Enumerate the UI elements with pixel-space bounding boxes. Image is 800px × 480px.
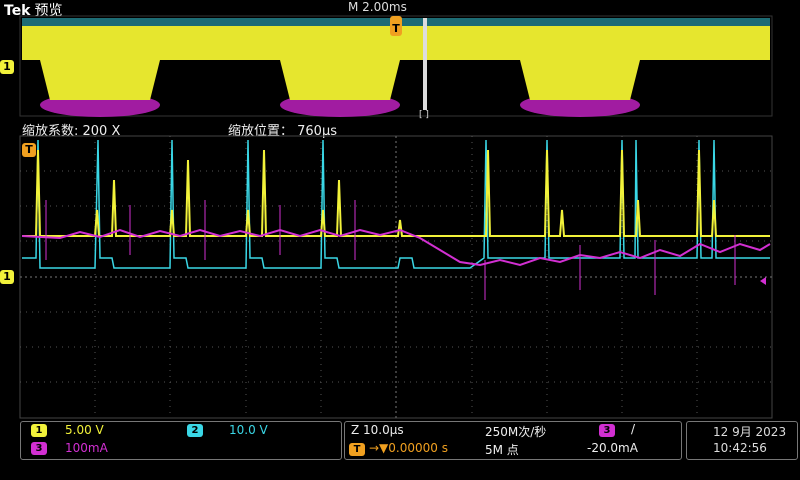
overview-ch1-band xyxy=(22,26,770,100)
sample-rate: 250M次/秒 xyxy=(485,425,547,439)
date-label: 12 9月 2023 xyxy=(713,425,787,439)
ch1-ground-marker[interactable]: 1 xyxy=(0,270,14,284)
trigger-position-marker[interactable]: T xyxy=(390,16,402,36)
waveform-display: [ ] xyxy=(19,15,773,419)
zoom-window-bracket: [ ] xyxy=(419,110,429,120)
ch3-scale: 100mA xyxy=(65,441,108,455)
trigger-delay: →▼0.00000 s xyxy=(369,441,448,455)
ch2-scale: 10.0 V xyxy=(229,423,268,437)
trigger-slope-icon: / xyxy=(631,422,636,436)
trigger-delay-icon: T xyxy=(349,443,365,456)
zoom-timebase: Z 10.0µs xyxy=(351,423,404,437)
zoom-trigger-marker[interactable]: T xyxy=(22,143,36,157)
channel-panel[interactable]: 1 5.00 V 2 10.0 V 3 100mA xyxy=(20,421,342,460)
ch2-trace xyxy=(22,139,770,269)
ch1-ground-marker-overview[interactable]: 1 xyxy=(0,60,14,74)
zoom-window-marker xyxy=(423,18,427,110)
ch1-badge[interactable]: 1 xyxy=(31,424,47,437)
ch1-scale: 5.00 V xyxy=(65,423,104,437)
trigger-source-badge[interactable]: 3 xyxy=(599,424,615,437)
time-label: 10:42:56 xyxy=(713,441,767,455)
ch3-badge[interactable]: 3 xyxy=(31,442,47,455)
clock-panel: 12 9月 2023 10:42:56 xyxy=(686,421,798,460)
timebase-panel[interactable]: Z 10.0µs T →▼0.00000 s 250M次/秒 5M 点 3 / … xyxy=(344,421,682,460)
trigger-level-arrow xyxy=(760,277,766,285)
trigger-level: -20.0mA xyxy=(587,441,638,455)
ch3-spikes xyxy=(45,200,736,300)
ch2-badge[interactable]: 2 xyxy=(187,424,203,437)
record-length: 5M 点 xyxy=(485,443,519,457)
